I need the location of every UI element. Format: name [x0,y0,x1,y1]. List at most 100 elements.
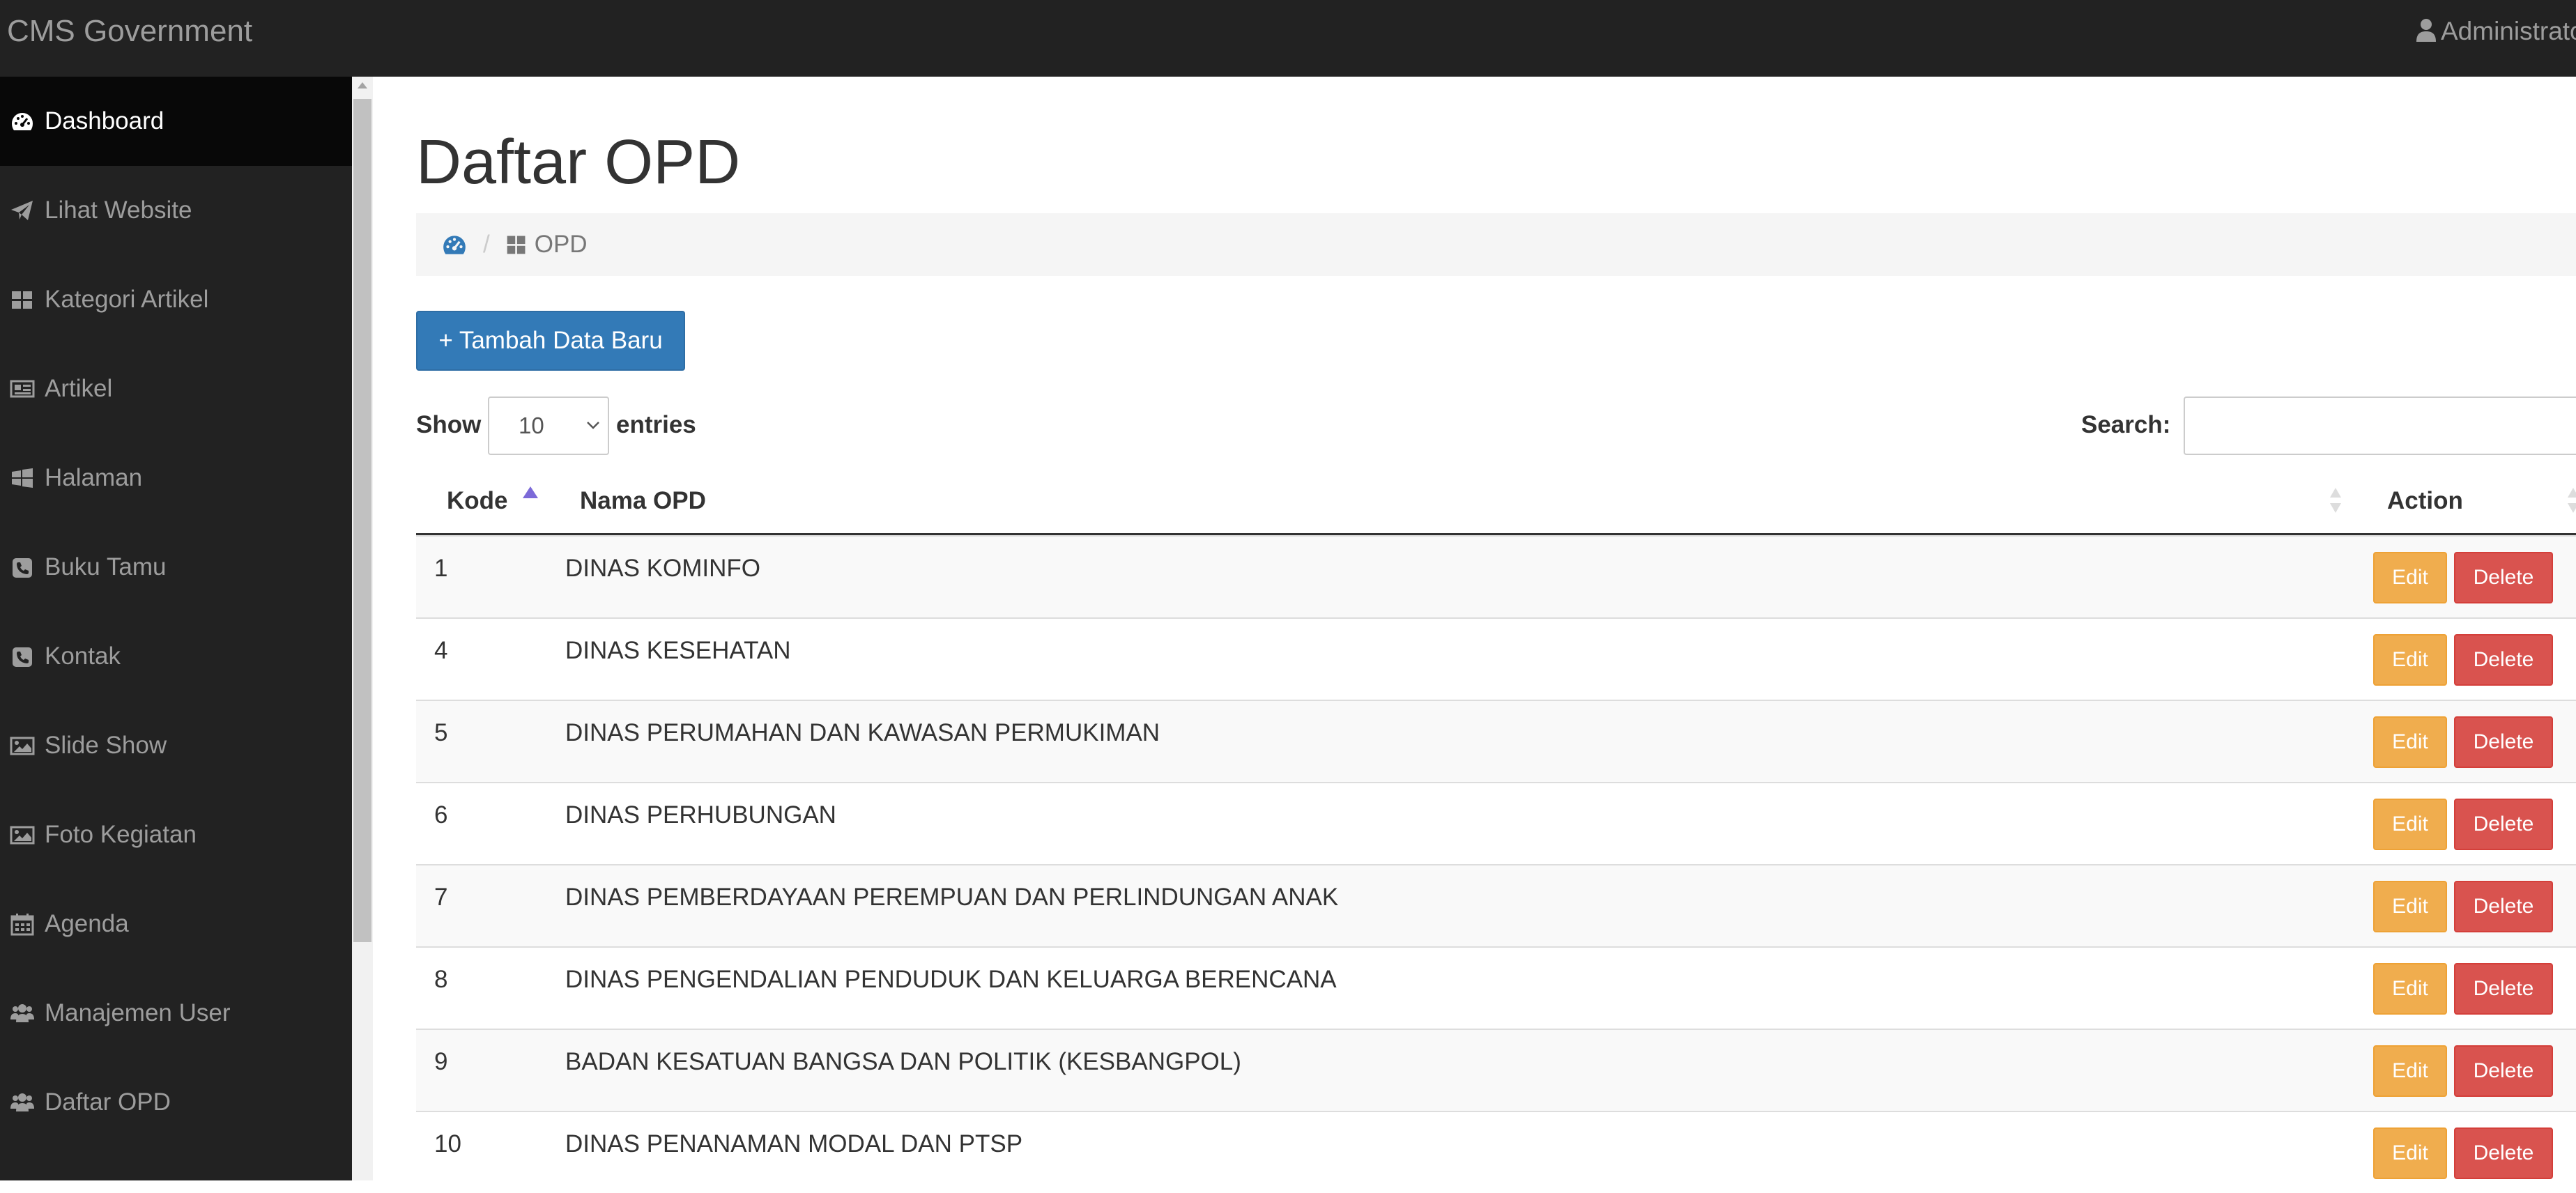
sidebar-item-label: Foto Kegiatan [45,821,197,848]
cell-nama-opd: DINAS KOMINFO [565,555,761,582]
table-header: Kode Nama OPD Action [416,468,2576,535]
users-icon [10,1001,35,1026]
edit-button[interactable]: Edit [2373,552,2447,603]
user-label: Administrator [2441,17,2576,45]
sidebar-item-agenda[interactable]: Agenda [0,879,352,969]
sidebar-item-label: Kategori Artikel [45,286,209,313]
page-title: Daftar OPD [416,128,741,197]
cell-nama-opd: BADAN KESATUAN BANGSA DAN POLITIK (KESBA… [565,1048,1241,1075]
sidebar-item-slide-show[interactable]: Slide Show [0,701,352,790]
sort-both-icon[interactable] [2566,486,2576,514]
table-row: 9 BADAN KESATUAN BANGSA DAN POLITIK (KES… [416,1029,2576,1111]
newspaper-icon [10,376,35,401]
phone-square-icon [10,555,35,580]
search-label: Search: [2081,411,2171,438]
delete-button[interactable]: Delete [2454,881,2553,932]
picture-icon [10,822,35,847]
sidebar-scrollbar[interactable] [352,77,373,1180]
sidebar-item-kategori-artikel[interactable]: Kategori Artikel [0,255,352,344]
sidebar-item-label: Artikel [45,375,113,402]
picture-icon [10,733,35,758]
table-row: 7 DINAS PEMBERDAYAAN PEREMPUAN DAN PERLI… [416,864,2576,946]
delete-button[interactable]: Delete [2454,634,2553,686]
table-row: 8 DINAS PENGENDALIAN PENDUDUK DAN KELUAR… [416,946,2576,1029]
sidebar-item-kontak[interactable]: Kontak [0,612,352,701]
top-navbar: CMS Government Administrator [0,0,2576,77]
users-icon [10,1090,35,1115]
sidebar-item-daftar-opd[interactable]: Daftar OPD [0,1058,352,1147]
breadcrumb: / OPD [416,213,2576,276]
cell-nama-opd: DINAS PERHUBUNGAN [565,801,836,829]
sidebar-item-label: Kontak [45,642,121,670]
sidebar-item-artikel[interactable]: Artikel [0,344,352,433]
cell-kode: 8 [434,966,448,993]
paper-plane-icon [10,198,35,223]
sidebar-item-foto-kegiatan[interactable]: Foto Kegiatan [0,790,352,879]
brand-title[interactable]: CMS Government [7,0,252,63]
edit-button[interactable]: Edit [2373,716,2447,768]
edit-button[interactable]: Edit [2373,1045,2447,1097]
sidebar-item-lihat-website[interactable]: Lihat Website [0,166,352,255]
cell-kode: 4 [434,637,448,664]
sidebar-item-label: Daftar OPD [45,1088,171,1116]
cell-kode: 5 [434,719,448,746]
entries-length-select[interactable]: 10 [488,397,609,455]
scrollbar-thumb[interactable] [353,99,371,942]
cell-nama-opd: DINAS PERUMAHAN DAN KAWASAN PERMUKIMAN [565,719,1160,746]
cell-kode: 1 [434,555,448,582]
column-header-kode[interactable]: Kode [447,468,508,533]
cell-nama-opd: DINAS KESEHATAN [565,637,791,664]
delete-button[interactable]: Delete [2454,1127,2553,1179]
delete-button[interactable]: Delete [2454,799,2553,850]
delete-button[interactable]: Delete [2454,552,2553,603]
phone-square-icon [10,644,35,669]
search-input[interactable] [2184,397,2576,455]
sidebar-item-label: Slide Show [45,732,167,759]
sidebar-item-label: Lihat Website [45,197,192,224]
show-label: Show [416,411,482,438]
sidebar-item-label: Manajemen User [45,999,231,1026]
edit-button[interactable]: Edit [2373,1127,2447,1179]
dashboard-icon [10,109,35,134]
windows-icon [10,465,35,491]
table-row: 6 DINAS PERHUBUNGAN Edit Delete [416,782,2576,864]
breadcrumb-separator: / [483,231,490,258]
cell-nama-opd: DINAS PENANAMAN MODAL DAN PTSP [565,1130,1023,1157]
sidebar-item-halaman[interactable]: Halaman [0,433,352,523]
sidebar-item-label: Dashboard [45,107,164,134]
delete-button[interactable]: Delete [2454,716,2553,768]
cell-kode: 9 [434,1048,448,1075]
grid-icon [10,287,35,312]
cell-kode: 10 [434,1130,461,1157]
grid-icon [505,233,528,256]
calendar-icon [10,911,35,937]
edit-button[interactable]: Edit [2373,881,2447,932]
edit-button[interactable]: Edit [2373,963,2447,1015]
cell-nama-opd: DINAS PENGENDALIAN PENDUDUK DAN KELUARGA… [565,966,1337,993]
user-icon [2416,19,2436,42]
sort-ascending-icon[interactable] [523,486,538,498]
delete-button[interactable]: Delete [2454,1045,2553,1097]
column-header-action[interactable]: Action [2387,468,2463,533]
cell-nama-opd: DINAS PEMBERDAYAAN PEREMPUAN DAN PERLIND… [565,884,1339,911]
sort-both-icon[interactable] [2329,486,2343,514]
delete-button[interactable]: Delete [2454,963,2553,1015]
entries-label: entries [616,411,696,438]
sidebar-item-dashboard[interactable]: Dashboard [0,77,352,166]
table-row: 1 DINAS KOMINFO Edit Delete [416,535,2576,617]
user-menu[interactable]: Administrator [2416,0,2576,63]
edit-button[interactable]: Edit [2373,799,2447,850]
dashboard-home-icon[interactable] [441,231,468,258]
scroll-up-arrow-icon[interactable] [358,82,367,88]
edit-button[interactable]: Edit [2373,634,2447,686]
table-row: 4 DINAS KESEHATAN Edit Delete [416,617,2576,700]
sidebar-item-buku-tamu[interactable]: Buku Tamu [0,523,352,612]
cell-kode: 6 [434,801,448,829]
sidebar: Dashboard Lihat Website Kategori Artikel… [0,77,352,1180]
add-new-data-button[interactable]: + Tambah Data Baru [416,311,685,371]
sidebar-item-manajemen-user[interactable]: Manajemen User [0,969,352,1058]
cell-kode: 7 [434,884,448,911]
column-header-nama-opd[interactable]: Nama OPD [580,468,706,533]
breadcrumb-current: OPD [534,231,588,258]
entries-length-value: 10 [519,413,544,438]
